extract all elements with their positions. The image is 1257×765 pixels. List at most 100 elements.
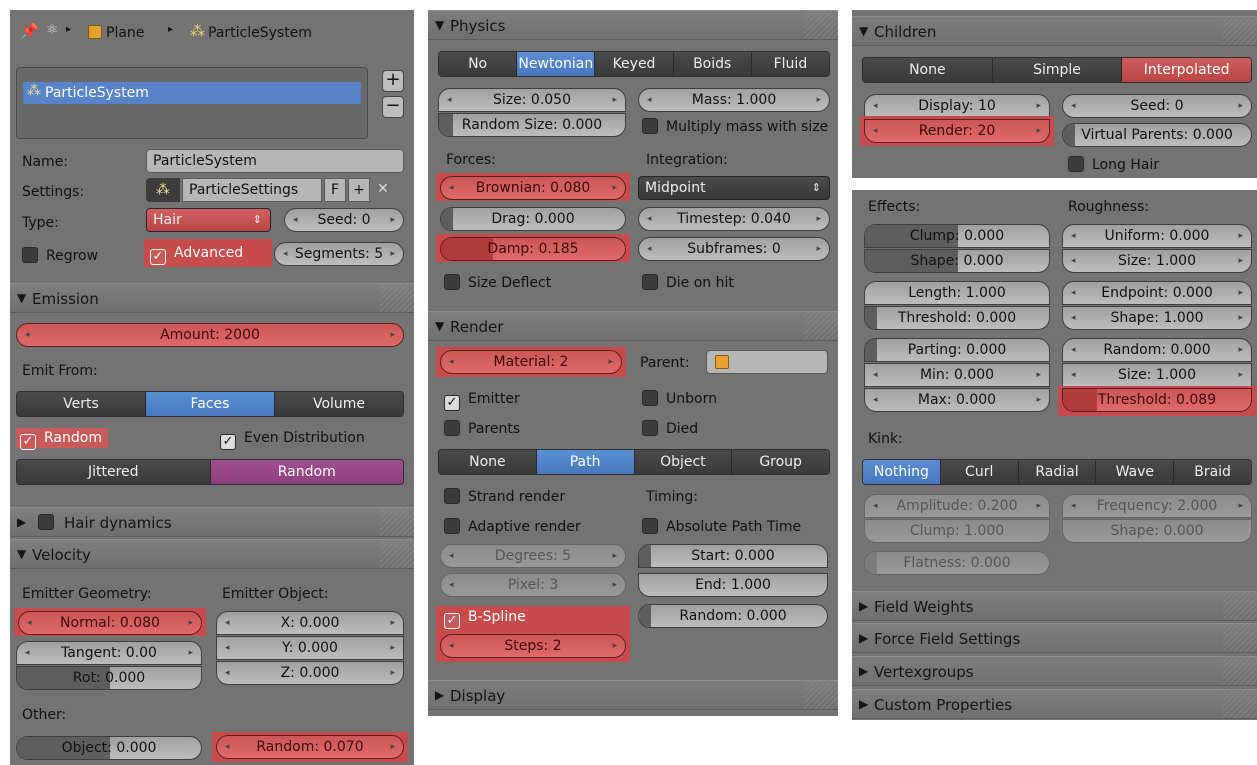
tab-boids[interactable]: Boids bbox=[673, 52, 752, 76]
particle-settings-icon[interactable]: ⁂ bbox=[146, 178, 180, 202]
clump-field[interactable]: Clump: 0.000 bbox=[864, 224, 1050, 248]
force-field-settings-header[interactable]: ▶ Force Field Settings bbox=[852, 623, 1257, 653]
absolute-path-time-checkbox[interactable]: Absolute Path Time bbox=[642, 517, 801, 537]
tab-verts[interactable]: Verts bbox=[17, 392, 146, 416]
roughness-random-field[interactable]: ◂ Random: 0.000 ▸ bbox=[1062, 338, 1252, 362]
physics-header[interactable]: ▼ Physics bbox=[428, 10, 838, 40]
path-random-field[interactable]: Random: 0.000 bbox=[638, 604, 828, 628]
max-field[interactable]: ◂ Max: 0.000 ▸ bbox=[864, 388, 1050, 412]
pin-icon[interactable]: 📌 bbox=[20, 22, 39, 40]
settings-selector[interactable]: ⁂ ParticleSettings F + ✕ bbox=[146, 178, 404, 202]
flatness-field[interactable]: Flatness: 0.000 bbox=[864, 551, 1050, 575]
adaptive-render-checkbox[interactable]: Adaptive render bbox=[444, 517, 581, 537]
children-header[interactable]: ▼ Children bbox=[852, 16, 1257, 46]
display-header[interactable]: ▶ Display bbox=[428, 680, 838, 710]
render-type-tabs[interactable]: None Path Object Group bbox=[438, 449, 830, 475]
amount-field[interactable]: ◂ Amount: 2000 ▸ bbox=[16, 323, 404, 347]
distribution-tabs[interactable]: Jittered Random bbox=[16, 459, 404, 485]
advanced-checkbox[interactable]: ✓ Advanced bbox=[150, 243, 243, 265]
tangent-field[interactable]: ◂ Tangent: 0.00 ▸ bbox=[16, 641, 202, 665]
fake-user-button[interactable]: F bbox=[324, 178, 346, 202]
tab-faces[interactable]: Faces bbox=[146, 392, 275, 416]
list-item[interactable]: ⁂ ParticleSystem bbox=[23, 82, 361, 104]
tab-simple[interactable]: Simple bbox=[992, 58, 1123, 82]
add-slot-button[interactable]: + bbox=[382, 70, 404, 92]
breadcrumb-system[interactable]: ParticleSystem bbox=[208, 25, 312, 41]
bspline-checkbox[interactable]: ✓ B-Spline bbox=[444, 607, 526, 629]
name-field[interactable]: ParticleSystem bbox=[146, 149, 404, 173]
uniform-field[interactable]: ◂ Uniform: 0.000 ▸ bbox=[1062, 224, 1252, 248]
tab-no[interactable]: No bbox=[439, 52, 518, 76]
tab-group[interactable]: Group bbox=[732, 450, 829, 474]
shape-field[interactable]: Shape: 0.000 bbox=[864, 249, 1050, 273]
long-hair-checkbox[interactable]: Long Hair bbox=[1068, 155, 1159, 175]
even-distribution-checkbox[interactable]: ✓ Even Distribution bbox=[220, 428, 365, 450]
size-deflect-checkbox[interactable]: Size Deflect bbox=[444, 273, 551, 293]
integration-dropdown[interactable]: Midpoint ⇕ bbox=[638, 176, 830, 200]
end-field[interactable]: End: 1.000 bbox=[638, 573, 828, 597]
material-field[interactable]: ◂ Material: 2 ▸ bbox=[440, 350, 622, 374]
uniform-size-field[interactable]: ◂ Size: 1.000 ▸ bbox=[1062, 249, 1252, 273]
regrow-checkbox[interactable]: Regrow bbox=[22, 246, 98, 266]
min-field[interactable]: ◂ Min: 0.000 ▸ bbox=[864, 363, 1050, 387]
tab-random[interactable]: Random bbox=[210, 460, 403, 484]
x-field[interactable]: ◂ X: 0.000 ▸ bbox=[216, 611, 404, 635]
children-type-tabs[interactable]: None Simple Interpolated bbox=[862, 57, 1252, 83]
kink-type-tabs[interactable]: Nothing Curl Radial Wave Braid bbox=[862, 459, 1252, 485]
random-size-field[interactable]: ◂ Size: 1.000 ▸ bbox=[1062, 363, 1252, 387]
size-field[interactable]: ◂ Size: 0.050 ▸ bbox=[438, 88, 626, 112]
y-field[interactable]: ◂ Y: 0.000 ▸ bbox=[216, 636, 404, 660]
kink-shape-field[interactable]: Shape: 0.000 bbox=[1062, 519, 1252, 543]
parting-field[interactable]: Parting: 0.000 bbox=[864, 338, 1050, 362]
mass-field[interactable]: ◂ Mass: 1.000 ▸ bbox=[638, 88, 830, 112]
hair-dynamics-header[interactable]: ▶ Hair dynamics bbox=[10, 507, 414, 537]
velocity-header[interactable]: ▼ Velocity bbox=[10, 539, 414, 569]
field-weights-header[interactable]: ▶ Field Weights bbox=[852, 591, 1257, 621]
rot-field[interactable]: Rot: 0.000 bbox=[16, 666, 202, 690]
segments-field[interactable]: ◂ Segments: 5 ▸ bbox=[274, 242, 404, 266]
normal-field[interactable]: ◂ Normal: 0.080 ▸ bbox=[18, 611, 202, 635]
render-header[interactable]: ▼ Render bbox=[428, 311, 838, 341]
object-field[interactable]: Object: 0.000 bbox=[16, 736, 202, 760]
tab-interpolated[interactable]: Interpolated bbox=[1122, 58, 1251, 82]
custom-properties-header[interactable]: ▶ Custom Properties bbox=[852, 689, 1257, 719]
random-threshold-field[interactable]: Threshold: 0.089 bbox=[1062, 388, 1252, 412]
damp-field[interactable]: Damp: 0.185 bbox=[440, 237, 626, 261]
seed-field[interactable]: ◂ Seed: 0 ▸ bbox=[284, 208, 404, 232]
died-checkbox[interactable]: Died bbox=[642, 419, 698, 439]
children-seed-field[interactable]: ◂ Seed: 0 ▸ bbox=[1062, 94, 1252, 118]
tab-newtonian[interactable]: Newtonian bbox=[517, 52, 596, 76]
strand-render-checkbox[interactable]: Strand render bbox=[444, 487, 565, 507]
hair-dynamics-checkbox[interactable] bbox=[38, 514, 54, 530]
unlink-settings-button[interactable]: ✕ bbox=[372, 178, 394, 202]
amplitude-field[interactable]: ◂ Amplitude: 0.200 ▸ bbox=[864, 494, 1050, 518]
die-on-hit-checkbox[interactable]: Die on hit bbox=[642, 273, 734, 293]
settings-field[interactable]: ParticleSettings bbox=[182, 178, 322, 202]
tab-curl[interactable]: Curl bbox=[940, 460, 1019, 484]
start-field[interactable]: Start: 0.000 bbox=[638, 544, 828, 568]
particle-system-list[interactable]: ⁂ ParticleSystem bbox=[16, 67, 368, 139]
display-children-field[interactable]: ◂ Display: 10 ▸ bbox=[864, 94, 1050, 118]
kink-clump-field[interactable]: Clump: 1.000 bbox=[864, 519, 1050, 543]
tab-none[interactable]: None bbox=[863, 58, 993, 82]
parent-field[interactable] bbox=[706, 350, 828, 374]
new-settings-button[interactable]: + bbox=[348, 178, 370, 202]
random-size-field[interactable]: Random Size: 0.000 bbox=[438, 113, 626, 137]
timestep-field[interactable]: ◂ Timestep: 0.040 ▸ bbox=[638, 207, 830, 231]
steps-field[interactable]: ◂ Steps: 2 ▸ bbox=[440, 634, 626, 658]
tab-keyed[interactable]: Keyed bbox=[595, 52, 674, 76]
brownian-field[interactable]: ◂ Brownian: 0.080 ▸ bbox=[440, 176, 626, 200]
emitter-checkbox[interactable]: ✓ Emitter bbox=[444, 389, 520, 411]
frequency-field[interactable]: ◂ Frequency: 2.000 ▸ bbox=[1062, 494, 1252, 518]
pixel-field[interactable]: ◂ Pixel: 3 ▸ bbox=[440, 573, 626, 597]
multiply-mass-checkbox[interactable]: Multiply mass with size bbox=[642, 117, 828, 137]
physics-type-tabs[interactable]: No Newtonian Keyed Boids Fluid bbox=[438, 51, 830, 77]
tab-volume[interactable]: Volume bbox=[275, 392, 403, 416]
unborn-checkbox[interactable]: Unborn bbox=[642, 389, 717, 409]
tab-braid[interactable]: Braid bbox=[1174, 460, 1251, 484]
render-children-field[interactable]: ◂ Render: 20 ▸ bbox=[864, 119, 1050, 143]
virtual-parents-field[interactable]: Virtual Parents: 0.000 bbox=[1062, 123, 1252, 147]
tab-object[interactable]: Object bbox=[634, 450, 733, 474]
endpoint-field[interactable]: ◂ Endpoint: 0.000 ▸ bbox=[1062, 281, 1252, 305]
threshold-field[interactable]: Threshold: 0.000 bbox=[864, 306, 1050, 330]
